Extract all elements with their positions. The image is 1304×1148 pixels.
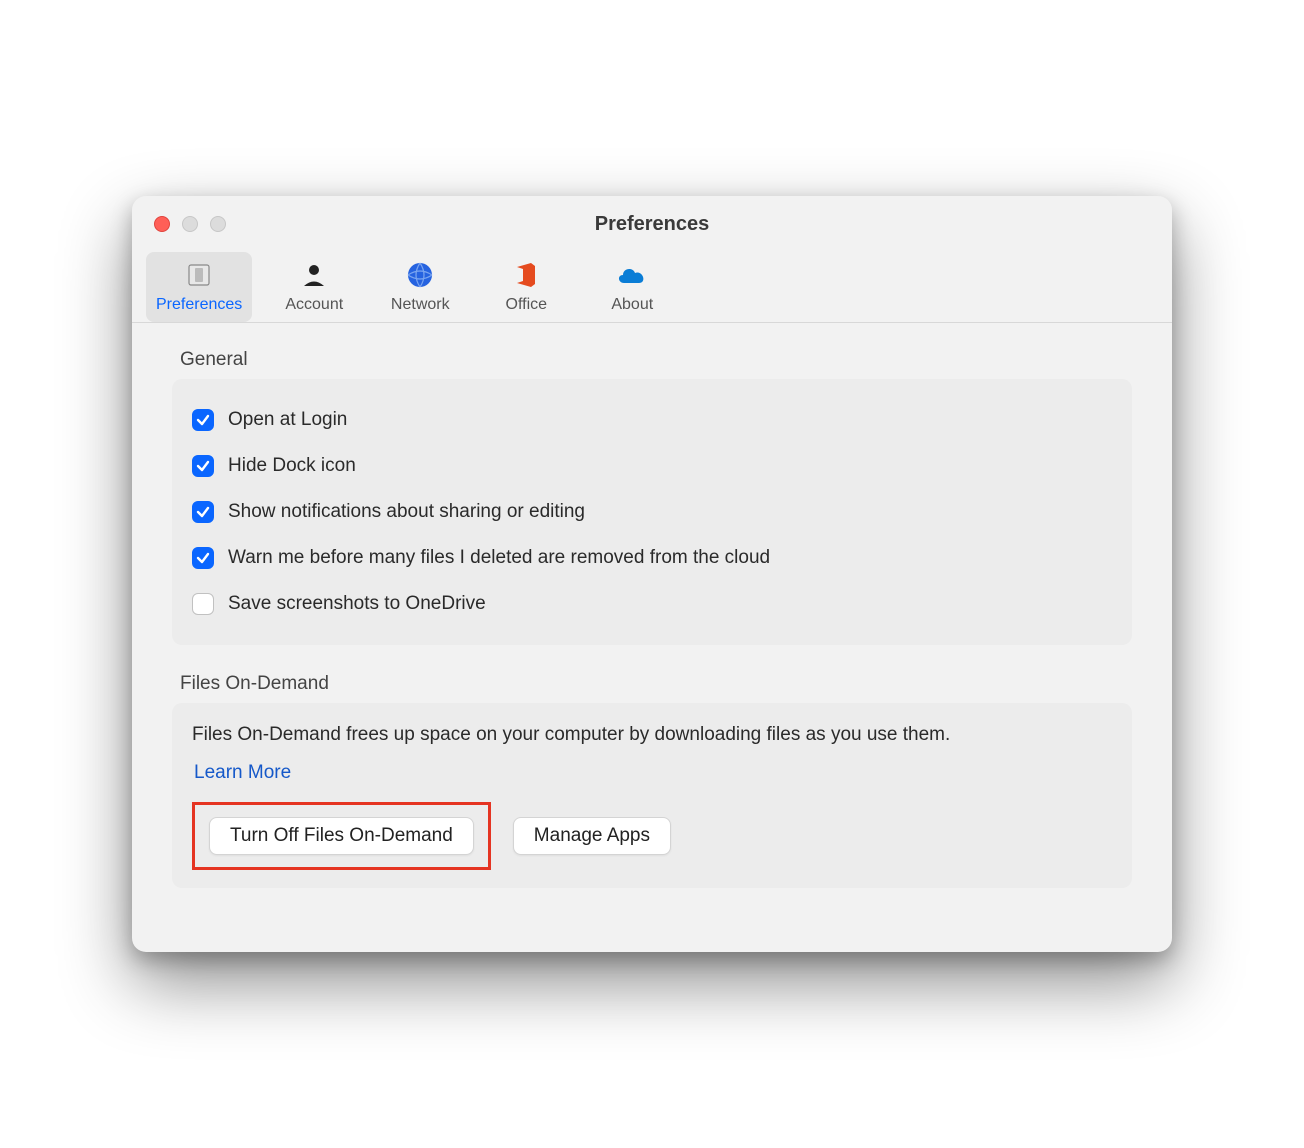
tab-about[interactable]: About [588, 252, 676, 322]
checkbox-label: Open at Login [228, 409, 347, 431]
window-minimize-button[interactable] [182, 216, 198, 232]
preferences-window: Preferences Preferences Account [132, 196, 1172, 952]
content-area: General Open at Login Hide Dock icon Sho… [132, 323, 1172, 952]
tab-label: Office [506, 296, 548, 314]
checkbox-hide-dock-icon[interactable] [192, 455, 214, 477]
checkbox-save-screenshots[interactable] [192, 593, 214, 615]
tab-network[interactable]: Network [376, 252, 464, 322]
office-icon [509, 258, 543, 292]
general-section: Open at Login Hide Dock icon Show notifi… [172, 379, 1132, 645]
checkbox-row-hide-dock: Hide Dock icon [192, 443, 1112, 489]
files-on-demand-section: Files On-Demand frees up space on your c… [172, 703, 1132, 888]
turn-off-files-on-demand-button[interactable]: Turn Off Files On-Demand [209, 817, 474, 855]
window-close-button[interactable] [154, 216, 170, 232]
checkbox-warn-before-delete[interactable] [192, 547, 214, 569]
tab-account[interactable]: Account [270, 252, 358, 322]
learn-more-link[interactable]: Learn More [194, 762, 291, 784]
window-title: Preferences [132, 213, 1172, 236]
checkbox-label: Hide Dock icon [228, 455, 356, 477]
tab-label: Preferences [156, 296, 242, 314]
checkbox-label: Warn me before many files I deleted are … [228, 547, 770, 569]
checkbox-show-notifications[interactable] [192, 501, 214, 523]
manage-apps-button[interactable]: Manage Apps [513, 817, 671, 855]
button-row: Turn Off Files On-Demand Manage Apps [192, 802, 1112, 870]
window-maximize-button[interactable] [210, 216, 226, 232]
preferences-icon [182, 258, 216, 292]
checkbox-row-warn-delete: Warn me before many files I deleted are … [192, 535, 1112, 581]
tab-label: Network [391, 296, 450, 314]
checkbox-label: Save screenshots to OneDrive [228, 593, 486, 615]
account-icon [297, 258, 331, 292]
checkbox-open-at-login[interactable] [192, 409, 214, 431]
traffic-lights [154, 216, 226, 232]
titlebar: Preferences [132, 196, 1172, 252]
tab-office[interactable]: Office [482, 252, 570, 322]
files-on-demand-description: Files On-Demand frees up space on your c… [192, 721, 1112, 750]
checkbox-label: Show notifications about sharing or edit… [228, 501, 585, 523]
tab-label: About [611, 296, 653, 314]
tab-label: Account [285, 296, 343, 314]
checkbox-row-screenshots: Save screenshots to OneDrive [192, 581, 1112, 627]
tab-preferences[interactable]: Preferences [146, 252, 252, 322]
highlight-annotation: Turn Off Files On-Demand [192, 802, 491, 870]
checkbox-row-open-at-login: Open at Login [192, 397, 1112, 443]
toolbar-tabs: Preferences Account Network [132, 252, 1172, 323]
network-icon [403, 258, 437, 292]
section-title-files-on-demand: Files On-Demand [180, 673, 1132, 695]
cloud-icon [615, 258, 649, 292]
checkbox-row-notifications: Show notifications about sharing or edit… [192, 489, 1112, 535]
section-title-general: General [180, 349, 1132, 371]
